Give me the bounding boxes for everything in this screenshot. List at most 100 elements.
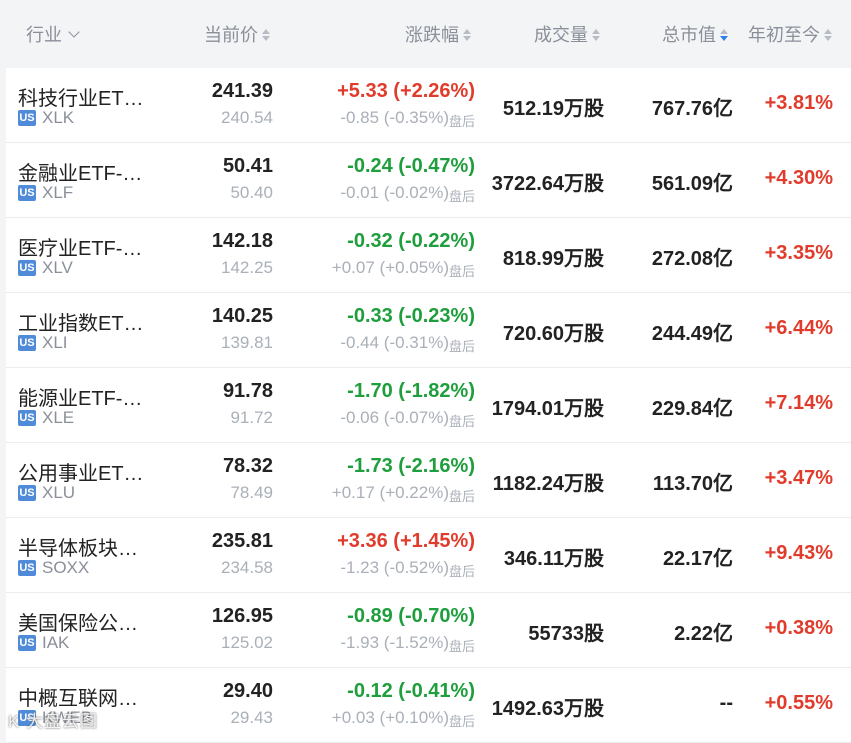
after-hours-change: -1.23 (-0.52%) — [340, 558, 449, 577]
sort-volume[interactable]: 成交量 — [534, 22, 600, 48]
ticker-line: US XLU — [18, 483, 75, 503]
current-price: 50.41 — [222, 155, 273, 177]
ticker-symbol: XLV — [42, 258, 73, 277]
price-change: +3.36 (+1.45%) — [337, 530, 475, 552]
table-row[interactable]: 半导体板块… US SOXX 235.81 234.58 +3.36 (+1.4… — [6, 518, 851, 593]
table-row[interactable]: 中概互联网… US KWEB 29.40 29.43 -0.12 (-0.41%… — [6, 668, 851, 743]
sort-ytd[interactable]: 年初至今 — [748, 22, 832, 48]
market-cap: 561.09亿 — [651, 173, 733, 195]
change-header-label: 涨跌幅 — [405, 25, 459, 45]
after-hours-change: -0.44 (-0.31%) — [340, 333, 449, 352]
table-row[interactable]: 金融业ETF-… US XLF 50.41 50.40 -0.24 (-0.47… — [6, 143, 851, 218]
ytd-change: +6.44% — [764, 317, 833, 339]
after-hours-tag: 盘后 — [448, 564, 475, 579]
us-market-badge: US — [18, 560, 36, 576]
ticker-symbol: IAK — [42, 633, 70, 652]
ticker-symbol: XLK — [42, 108, 75, 127]
after-hours-tag: 盘后 — [448, 114, 475, 129]
price-change: -0.32 (-0.22%) — [347, 230, 475, 252]
ticker-line: US XLK — [18, 108, 74, 128]
ytd-change: +9.43% — [764, 542, 833, 564]
current-price: 235.81 — [211, 530, 273, 552]
etf-name: 医疗业ETF-… — [18, 238, 143, 260]
current-price: 78.32 — [222, 455, 273, 477]
etf-name: 金融业ETF-… — [18, 163, 143, 185]
after-hours-change: +0.17 (+0.22%) — [331, 483, 449, 502]
ytd-change: +3.47% — [764, 467, 833, 489]
ytd-change: +4.30% — [764, 167, 833, 189]
market-cap: 767.76亿 — [651, 98, 733, 120]
volume: 1794.01万股 — [491, 398, 604, 420]
table-row[interactable]: 能源业ETF-… US XLE 91.78 91.72 -1.70 (-1.82… — [6, 368, 851, 443]
volume: 55733股 — [528, 623, 604, 645]
after-hours-price: 240.54 — [221, 108, 273, 127]
after-hours-price: 234.58 — [221, 558, 273, 577]
price-header-label: 当前价 — [204, 25, 258, 45]
table-row[interactable]: 美国保险公… US IAK 126.95 125.02 -0.89 (-0.70… — [6, 593, 851, 668]
ticker-line: US XLF — [18, 183, 73, 203]
volume-header-label: 成交量 — [534, 25, 588, 45]
us-market-badge: US — [18, 260, 36, 276]
sort-market-cap[interactable]: 总市值 — [662, 22, 728, 48]
ticker-symbol: XLF — [42, 183, 74, 202]
after-hours-tag: 盘后 — [448, 489, 475, 504]
etf-name: 工业指数ET… — [18, 313, 144, 335]
table-row[interactable]: 医疗业ETF-… US XLV 142.18 142.25 -0.32 (-0.… — [6, 218, 851, 293]
after-hours-price: 142.25 — [221, 258, 273, 277]
sort-icon — [824, 29, 832, 41]
us-market-badge: US — [18, 410, 36, 426]
sort-icon — [463, 29, 471, 41]
us-market-badge: US — [18, 335, 36, 351]
sort-change[interactable]: 涨跌幅 — [405, 22, 471, 48]
volume: 3722.64万股 — [491, 173, 604, 195]
etf-list: 科技行业ET… US XLK 241.39 240.54 +5.33 (+2.2… — [6, 68, 851, 743]
us-market-badge: US — [18, 485, 36, 501]
table-row[interactable]: 工业指数ET… US XLI 140.25 139.81 -0.33 (-0.2… — [6, 293, 851, 368]
chevron-down-icon — [68, 26, 80, 38]
after-hours-tag: 盘后 — [448, 264, 475, 279]
watermark: K 大盘云图 — [8, 712, 99, 731]
market-cap: 272.08亿 — [651, 248, 733, 270]
etf-name: 半导体板块… — [18, 538, 138, 560]
market-cap: 2.22亿 — [674, 623, 733, 645]
us-market-badge: US — [18, 635, 36, 651]
ticker-line: US XLV — [18, 258, 73, 278]
price-change: -0.33 (-0.23%) — [347, 305, 475, 327]
after-hours-tag: 盘后 — [448, 639, 475, 654]
table-row[interactable]: 科技行业ET… US XLK 241.39 240.54 +5.33 (+2.2… — [6, 68, 851, 143]
after-hours-change: +0.03 (+0.10%) — [331, 708, 449, 727]
current-price: 142.18 — [211, 230, 273, 252]
market-cap: 22.17亿 — [662, 548, 733, 570]
sort-desc-active-icon — [720, 29, 728, 41]
volume: 1492.63万股 — [491, 698, 604, 720]
current-price: 29.40 — [222, 680, 273, 702]
ytd-change: +0.38% — [764, 617, 833, 639]
sort-price[interactable]: 当前价 — [204, 22, 270, 48]
us-market-badge: US — [18, 110, 36, 126]
ytd-header-label: 年初至今 — [748, 25, 820, 45]
ticker-symbol: SOXX — [42, 558, 90, 577]
after-hours-change: -0.85 (-0.35%) — [340, 108, 449, 127]
volume: 720.60万股 — [502, 323, 604, 345]
ytd-change: +3.81% — [764, 92, 833, 114]
ticker-line: US IAK — [18, 633, 69, 653]
price-change: -0.89 (-0.70%) — [347, 605, 475, 627]
etf-name: 能源业ETF-… — [18, 388, 143, 410]
etf-name: 美国保险公… — [18, 613, 138, 635]
ticker-line: US SOXX — [18, 558, 89, 578]
market-cap: 113.70亿 — [652, 473, 733, 495]
volume: 1182.24万股 — [492, 473, 604, 495]
price-change: -1.73 (-2.16%) — [347, 455, 475, 477]
ticker-symbol: XLU — [42, 483, 76, 502]
current-price: 241.39 — [211, 80, 273, 102]
industry-filter[interactable]: 行业 — [26, 22, 80, 48]
after-hours-tag: 盘后 — [448, 189, 475, 204]
after-hours-price: 29.43 — [230, 708, 273, 727]
current-price: 140.25 — [211, 305, 273, 327]
table-row[interactable]: 公用事业ET… US XLU 78.32 78.49 -1.73 (-2.16%… — [6, 443, 851, 518]
price-change: -1.70 (-1.82%) — [347, 380, 475, 402]
after-hours-price: 91.72 — [230, 408, 273, 427]
market-cap: 229.84亿 — [651, 398, 733, 420]
ticker-symbol: XLI — [42, 333, 68, 352]
volume: 512.19万股 — [502, 98, 604, 120]
